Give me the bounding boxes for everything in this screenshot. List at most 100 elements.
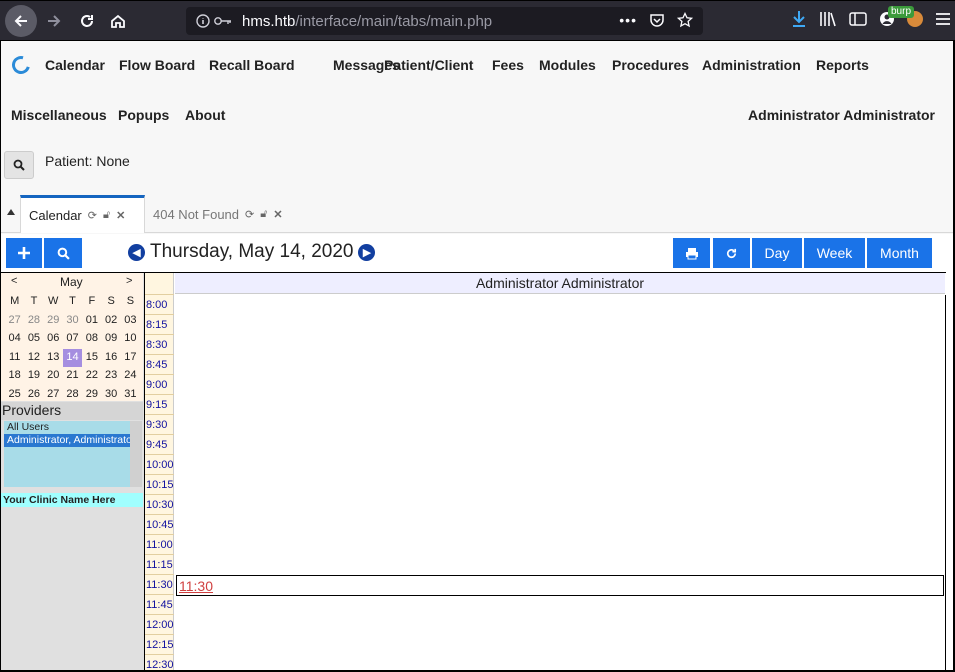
time-slot-label[interactable]: 12:30 [145,655,174,670]
event-time-link[interactable]: 11:30 [179,578,213,594]
provider-option-admin[interactable]: Administrator, Administrator [4,434,130,447]
calendar-day[interactable]: 15 [82,349,101,368]
time-slot-label[interactable]: 11:15 [145,555,174,575]
close-icon[interactable]: ✕ [273,208,282,221]
calendar-day[interactable]: 22 [82,367,101,386]
prev-month-link[interactable]: < [11,275,17,287]
time-slot-label[interactable]: 8:45 [145,355,174,375]
calendar-day[interactable]: 29 [44,312,63,331]
tab-404[interactable]: 404 Not Found ⟳ 🔓︎ ✕ [145,195,291,233]
time-slot-label[interactable]: 9:00 [145,375,174,395]
close-icon[interactable]: ✕ [116,209,125,222]
calendar-day[interactable]: 27 [5,312,24,331]
unlock-icon[interactable]: 🔓︎ [103,209,110,222]
calendar-day[interactable]: 03 [121,312,140,331]
calendar-day[interactable]: 09 [101,330,120,349]
providers-select[interactable]: All Users Administrator, Administrator [4,421,130,487]
reload-button[interactable] [71,5,103,37]
time-slot-label[interactable]: 11:00 [145,535,174,555]
menu-modules[interactable]: Modules [539,57,596,73]
selected-slot[interactable]: 11:30 [176,575,944,596]
time-slot-label[interactable]: 9:45 [145,435,174,455]
current-user[interactable]: Administrator Administrator [748,107,935,123]
menu-calendar[interactable]: Calendar [45,57,105,73]
menu-recall-board[interactable]: Recall Board [209,57,295,73]
refresh-icon[interactable]: ⟳ [245,208,254,221]
time-slot-label[interactable]: 10:15 [145,475,174,495]
menu-patient-client[interactable]: Patient/Client [384,57,473,73]
calendar-day[interactable]: 05 [24,330,43,349]
calendar-day[interactable]: 10 [121,330,140,349]
patient-search-button[interactable] [4,151,34,179]
time-slot-label[interactable]: 9:15 [145,395,174,415]
time-slot-label[interactable]: 11:45 [145,595,174,615]
calendar-day[interactable]: 01 [82,312,101,331]
menu-popups[interactable]: Popups [118,107,169,123]
day-view-button[interactable]: Day [752,238,802,268]
calendar-day[interactable]: 04 [5,330,24,349]
collapse-tabs-icon[interactable] [7,209,15,215]
calendar-day[interactable]: 23 [101,367,120,386]
calendar-day[interactable]: 19 [24,367,43,386]
calendar-day[interactable]: 16 [101,349,120,368]
calendar-day[interactable]: 06 [44,330,63,349]
month-view-button[interactable]: Month [867,238,932,268]
calendar-day[interactable]: 12 [24,349,43,368]
schedule-grid[interactable] [175,295,946,670]
tab-calendar[interactable]: Calendar ⟳ 🔓︎ ✕ [20,195,145,233]
sidebar-icon[interactable] [849,11,867,27]
print-button[interactable] [673,238,710,268]
site-info-icon[interactable] [196,14,232,28]
refresh-button[interactable] [713,238,750,268]
time-slot-label[interactable]: 10:00 [145,455,174,475]
menu-miscellaneous[interactable]: Miscellaneous [11,107,107,123]
calendar-day[interactable]: 21 [63,367,82,386]
calendar-day[interactable]: 17 [121,349,140,368]
time-slot-label[interactable]: 8:30 [145,335,174,355]
provider-option-all[interactable]: All Users [4,421,130,434]
url-bar[interactable]: hms.htb/interface/main/tabs/main.php ••• [186,7,703,35]
calendar-day[interactable]: 02 [101,312,120,331]
add-event-button[interactable] [6,238,42,268]
library-icon[interactable] [819,11,837,27]
menu-fees[interactable]: Fees [492,57,524,73]
time-slot-label[interactable]: 8:00 [145,295,174,315]
forward-button[interactable] [38,5,70,37]
home-button[interactable] [102,5,134,37]
calendar-day[interactable]: 18 [5,367,24,386]
menu-about[interactable]: About [185,107,225,123]
time-slot-label[interactable]: 10:30 [145,495,174,515]
previous-day-icon[interactable]: ◀ [128,243,145,261]
time-slot-label[interactable]: 10:45 [145,515,174,535]
menu-flow-board[interactable]: Flow Board [119,57,195,73]
calendar-day[interactable]: 30 [63,312,82,331]
back-button[interactable] [5,5,37,37]
search-events-button[interactable] [44,238,82,268]
time-slot-label[interactable]: 12:00 [145,615,174,635]
menu-administration[interactable]: Administration [702,57,801,73]
providers-scrollbar[interactable] [130,421,142,487]
calendar-day[interactable]: 11 [5,349,24,368]
calendar-day[interactable]: 13 [44,349,63,368]
time-slot-label[interactable]: 12:15 [145,635,174,655]
download-icon[interactable] [791,10,807,28]
week-view-button[interactable]: Week [804,238,865,268]
time-slot-label[interactable]: 11:30 [145,575,174,595]
hamburger-menu-icon[interactable] [935,12,951,26]
pocket-icon[interactable] [649,12,665,28]
calendar-day[interactable]: 28 [24,312,43,331]
calendar-day[interactable]: 20 [44,367,63,386]
calendar-day[interactable]: 07 [63,330,82,349]
calendar-day[interactable]: 08 [82,330,101,349]
calendar-day[interactable]: 14 [62,348,83,367]
time-slot-label[interactable]: 8:15 [145,315,174,335]
menu-procedures[interactable]: Procedures [612,57,689,73]
bookmark-star-icon[interactable] [677,12,693,28]
time-slot-label[interactable]: 9:30 [145,415,174,435]
menu-reports[interactable]: Reports [816,57,869,73]
refresh-icon[interactable]: ⟳ [88,209,97,222]
calendar-day[interactable]: 24 [121,367,140,386]
next-month-link[interactable]: > [126,275,132,287]
more-actions-icon[interactable]: ••• [619,12,637,28]
openemr-logo-icon[interactable] [8,52,34,78]
